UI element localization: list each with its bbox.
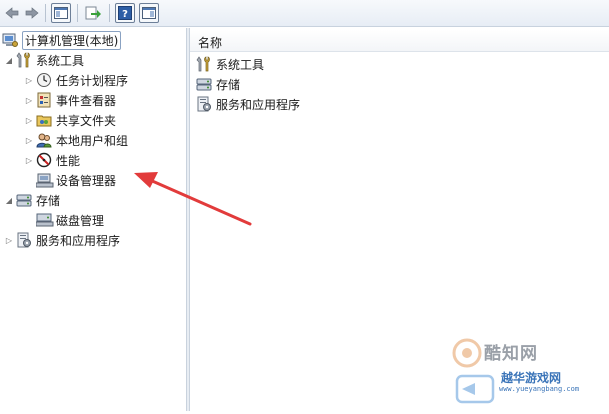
- column-header-name[interactable]: 名称: [190, 30, 609, 52]
- services-icon: [16, 232, 32, 248]
- expand-triangle-icon[interactable]: ▷: [24, 95, 34, 105]
- list-item-system-tools[interactable]: 系统工具: [196, 54, 264, 74]
- watermark-brand-secondary: 越华游戏网: [501, 371, 562, 385]
- watermark: 酷知网 越华游戏网 www.yueyangbang.com: [429, 321, 609, 411]
- collapse-triangle-icon[interactable]: ◢: [4, 195, 14, 205]
- list-item-label: 存储: [216, 77, 241, 92]
- navigation-tree: 计算机管理(本地) ◢ 系统工具 ▷ 任务计划程序 ▷ 事件查看器 ▷ 共享文件…: [0, 28, 187, 411]
- list-item-storage[interactable]: 存储: [196, 74, 240, 94]
- tree-item-label: 磁盘管理: [56, 213, 105, 228]
- expand-triangle-icon[interactable]: ▷: [24, 155, 34, 165]
- export-list-icon[interactable]: [83, 3, 103, 23]
- tree-item-label: 本地用户和组: [56, 133, 129, 148]
- watermark-brand-primary: 酷知网: [484, 344, 538, 364]
- services-icon: [196, 96, 212, 112]
- storage-icon: [196, 76, 212, 92]
- help-icon[interactable]: ?: [115, 3, 135, 23]
- tools-icon: [196, 56, 212, 72]
- tree-item-system-tools[interactable]: ◢ 系统工具: [4, 50, 84, 70]
- expand-triangle-icon[interactable]: ▷: [24, 115, 34, 125]
- tree-item-shared-folders[interactable]: ▷ 共享文件夹: [24, 110, 116, 130]
- list-item-label: 服务和应用程序: [216, 97, 301, 112]
- toolbar: ?: [0, 0, 609, 27]
- list-item-label: 系统工具: [216, 57, 265, 72]
- show-hide-tree-icon[interactable]: [51, 3, 71, 23]
- tree-item-label: 服务和应用程序: [36, 233, 121, 248]
- expand-triangle-icon[interactable]: ▷: [4, 235, 14, 245]
- tree-root[interactable]: 计算机管理(本地): [2, 30, 122, 50]
- tree-item-label: 任务计划程序: [56, 73, 129, 88]
- device-manager-icon: [35, 172, 54, 188]
- tree-item-label: 存储: [36, 193, 61, 208]
- tree-item-disk-management[interactable]: 磁盘管理: [35, 210, 105, 230]
- svg-text:?: ?: [122, 9, 128, 20]
- tree-item-device-manager[interactable]: 设备管理器: [35, 170, 117, 190]
- tree-item-storage[interactable]: ◢ 存储: [4, 190, 60, 210]
- tree-item-label: 性能: [56, 153, 81, 168]
- shared-folder-icon: [36, 112, 52, 128]
- column-header-label: 名称: [198, 36, 223, 50]
- tree-item-performance[interactable]: ▷ 性能: [24, 150, 80, 170]
- tree-item-label: 事件查看器: [56, 93, 117, 108]
- tree-item-services-apps[interactable]: ▷ 服务和应用程序: [4, 230, 120, 250]
- watermark-logo-icon: [452, 338, 495, 404]
- tree-item-task-scheduler[interactable]: ▷ 任务计划程序: [24, 70, 128, 90]
- tree-root-label: 计算机管理(本地): [22, 30, 122, 50]
- action-pane-icon[interactable]: [139, 3, 159, 23]
- tree-item-event-viewer[interactable]: ▷ 事件查看器: [24, 90, 116, 110]
- clock-icon: [36, 72, 52, 88]
- disk-management-icon: [35, 212, 54, 228]
- tree-item-label: 共享文件夹: [56, 113, 117, 128]
- storage-icon: [16, 192, 32, 208]
- users-icon: [36, 132, 52, 148]
- tree-item-label: 系统工具: [36, 53, 85, 68]
- tools-icon: [16, 52, 32, 68]
- tree-item-local-users[interactable]: ▷ 本地用户和组: [24, 130, 128, 150]
- expand-triangle-icon[interactable]: ▷: [24, 135, 34, 145]
- tree-item-label: 设备管理器: [56, 173, 117, 188]
- event-viewer-icon: [36, 92, 52, 108]
- list-item-services-apps[interactable]: 服务和应用程序: [196, 94, 300, 114]
- back-arrow-icon[interactable]: [2, 3, 22, 23]
- collapse-triangle-icon[interactable]: ◢: [4, 55, 14, 65]
- expand-triangle-icon[interactable]: ▷: [24, 75, 34, 85]
- performance-icon: [36, 152, 52, 168]
- computer-management-icon: [2, 32, 18, 48]
- watermark-url: www.yueyangbang.com: [499, 385, 580, 393]
- forward-arrow-icon[interactable]: [22, 3, 42, 23]
